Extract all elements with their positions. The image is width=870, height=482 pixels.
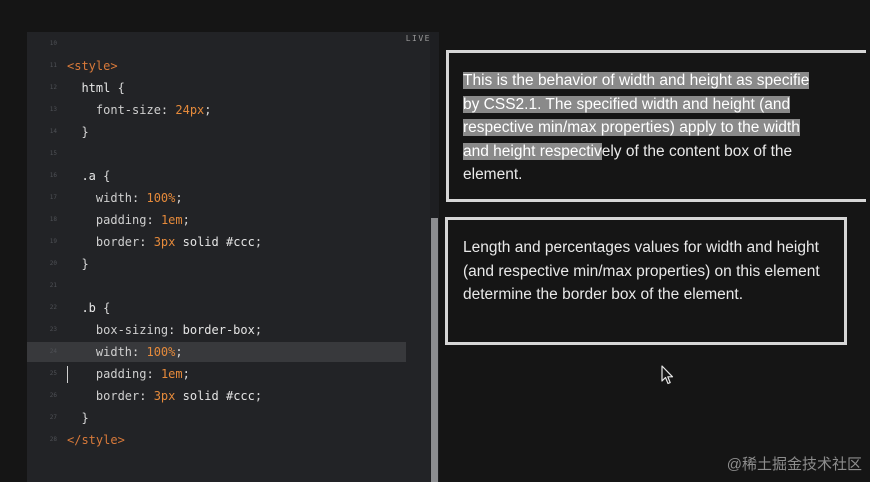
code-text: width: 100%; — [67, 191, 183, 205]
code-line[interactable]: 25 padding: 1em; — [27, 364, 439, 384]
line-number: 19 — [49, 238, 57, 245]
line-number: 13 — [49, 106, 57, 113]
code-line[interactable]: 22 .b { — [27, 298, 439, 318]
code-line[interactable]: 17 width: 100%; — [27, 188, 439, 208]
code-text: border: 3px solid #ccc; — [67, 389, 263, 403]
selected-text: by CSS2.1. The specified width and heigh… — [463, 95, 791, 113]
code-line[interactable]: 26 border: 3px solid #ccc; — [27, 386, 439, 406]
code-line[interactable]: 27 } — [27, 408, 439, 428]
code-text: .b { — [67, 301, 111, 315]
line-number: 23 — [49, 326, 57, 333]
line-number: 24 — [49, 348, 57, 355]
line-number: 12 — [49, 84, 57, 91]
line-number: 15 — [49, 150, 57, 157]
preview-box-a: This is the behavior of width and height… — [446, 50, 866, 202]
selected-text: and height respectiv — [463, 142, 602, 160]
line-number: 27 — [49, 414, 57, 421]
line-number: 18 — [49, 216, 57, 223]
code-line[interactable]: 23 box-sizing: border-box; — [27, 320, 439, 340]
preview-box-a-line: This is the behavior of width and height… — [463, 69, 866, 93]
code-line[interactable]: 21 — [27, 276, 439, 296]
preview-box-a-line: element. — [463, 166, 523, 183]
code-text: padding: 1em; — [67, 213, 190, 227]
code-text: box-sizing: border-box; — [67, 323, 263, 337]
code-line[interactable]: 18 padding: 1em; — [27, 210, 439, 230]
line-number: 21 — [49, 282, 57, 289]
code-editor[interactable]: LIVE 10 11 <style> 12 html {13 font-size: 2… — [27, 32, 439, 482]
code-line[interactable]: 10 — [27, 34, 439, 54]
code-line[interactable]: 19 border: 3px solid #ccc; — [27, 232, 439, 252]
code-line[interactable]: 20 } — [27, 254, 439, 274]
code-text: font-size: 24px; — [67, 103, 212, 117]
code-line[interactable]: 16 .a { — [27, 166, 439, 186]
line-number: 11 — [49, 62, 57, 69]
editor-scrollbar-thumb[interactable] — [431, 218, 438, 482]
code-line[interactable]: 28 </style> — [27, 430, 439, 450]
code-text: width: 100%; — [67, 345, 183, 359]
code-line[interactable]: 15 — [27, 144, 439, 164]
line-number: 20 — [49, 260, 57, 267]
text-cursor — [67, 366, 68, 383]
code-line[interactable]: 24 width: 100%; — [27, 342, 406, 362]
line-number: 22 — [49, 304, 57, 311]
preview-box-a-line: and height respectively of the content b… — [463, 142, 793, 160]
selected-text: This is the behavior of width and height… — [463, 72, 810, 89]
line-number: 10 — [49, 40, 57, 47]
code-text: } — [67, 411, 89, 425]
preview-box-b: Length and percentages values for width … — [445, 217, 847, 345]
code-text: html { — [67, 81, 125, 95]
code-line[interactable]: 11 <style> — [27, 56, 439, 76]
preview-box-a-line: by CSS2.1. The specified width and heigh… — [463, 93, 866, 117]
selected-text: respective min/max properties) apply to … — [463, 119, 800, 136]
line-number: 26 — [49, 392, 57, 399]
line-number: 16 — [49, 172, 57, 179]
live-preview-pane: This is the behavior of width and height… — [440, 32, 870, 482]
watermark: @稀土掘金技术社区 — [726, 456, 862, 473]
code-line[interactable]: 13 font-size: 24px; — [27, 100, 439, 120]
line-number: 25 — [49, 370, 57, 377]
line-number: 14 — [49, 128, 57, 135]
line-number: 28 — [49, 436, 57, 443]
mouse-pointer-icon — [661, 365, 674, 385]
code-text: border: 3px solid #ccc; — [67, 235, 263, 249]
code-text: .a { — [67, 169, 111, 183]
preview-box-b-text: Length and percentages values for width … — [463, 239, 820, 303]
code-text: padding: 1em; — [67, 367, 190, 381]
line-number: 17 — [49, 194, 57, 201]
code-text: <style> — [67, 59, 118, 73]
code-line[interactable]: 14 } — [27, 122, 439, 142]
preview-box-a-line: respective min/max properties) apply to … — [463, 116, 866, 140]
code-line[interactable]: 12 html { — [27, 78, 439, 98]
code-text: } — [67, 257, 89, 271]
code-text: } — [67, 125, 89, 139]
code-text: </style> — [67, 433, 125, 447]
